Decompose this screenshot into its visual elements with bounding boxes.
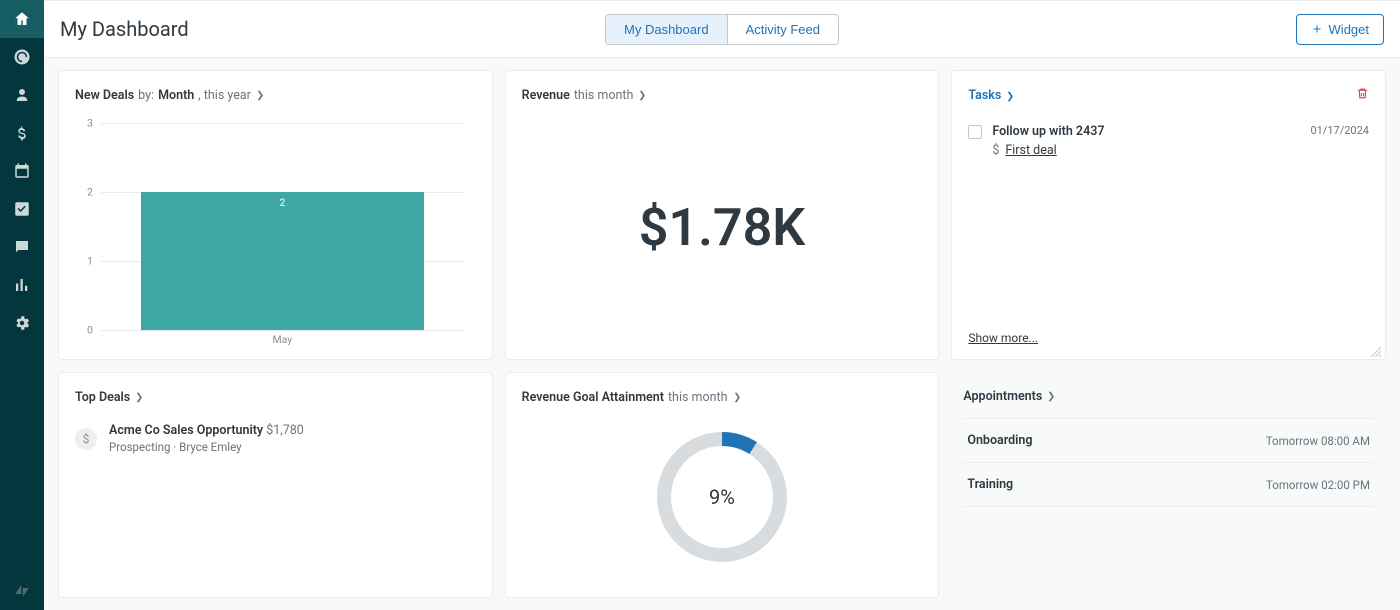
nav-contacts[interactable] xyxy=(0,76,44,114)
nav-deals[interactable] xyxy=(0,114,44,152)
topbar: My Dashboard My Dashboard Activity Feed … xyxy=(44,0,1400,58)
trash-icon xyxy=(1356,87,1369,100)
card-new-deals: New Deals by: Month, this year ❯ 01232Ma… xyxy=(58,70,493,360)
calendar-icon xyxy=(13,162,31,180)
goal-percent-label: 9% xyxy=(652,427,792,567)
deal-meta: Prospecting · Bryce Emley xyxy=(109,440,304,454)
new-deals-chart: 01232May xyxy=(75,123,476,351)
card-head-goal[interactable]: Revenue Goal Attainment this month ❯ xyxy=(522,389,923,405)
goal-title: Revenue Goal Attainment xyxy=(522,390,664,405)
top-deals-title: Top Deals xyxy=(75,390,130,405)
deal-amount: $1,780 xyxy=(266,423,304,438)
appointment-row[interactable]: Onboarding Tomorrow 08:00 AM xyxy=(963,418,1374,463)
plus-icon xyxy=(1311,23,1323,35)
nav-settings[interactable] xyxy=(0,304,44,342)
chevron-right-icon: ❯ xyxy=(1007,90,1015,102)
task-row[interactable]: Follow up with 2437 $ First deal 01/17/2024 xyxy=(968,124,1369,158)
chevron-right-icon: ❯ xyxy=(136,391,144,403)
dollar-icon: $ xyxy=(75,428,97,450)
card-head-revenue[interactable]: Revenue this month ❯ xyxy=(522,87,923,103)
card-revenue: Revenue this month ❯ $1.78K xyxy=(505,70,940,360)
task-title: Follow up with 2437 xyxy=(992,124,1310,139)
task-checkbox[interactable] xyxy=(968,125,982,139)
add-widget-label: Widget xyxy=(1329,22,1369,37)
appointments-list: Onboarding Tomorrow 08:00 AM Training Tomor… xyxy=(963,404,1374,507)
card-tasks: Tasks ❯ Follow up with 2437 $ First deal 01… xyxy=(951,70,1386,360)
new-deals-title: New Deals xyxy=(75,88,134,103)
bar-value-label: 2 xyxy=(279,196,285,209)
delete-widget-button[interactable] xyxy=(1356,87,1369,104)
dollar-icon xyxy=(13,124,31,142)
card-goal-attainment: Revenue Goal Attainment this month ❯ 9% xyxy=(505,372,940,598)
sidebar xyxy=(0,0,44,610)
nav-leads[interactable] xyxy=(0,38,44,76)
appointment-row[interactable]: Training Tomorrow 02:00 PM xyxy=(963,463,1374,507)
top-deals-list: $ Acme Co Sales Opportunity $1,780 Prospec… xyxy=(75,405,476,454)
dollar-icon: $ xyxy=(992,143,999,158)
deal-row[interactable]: $ Acme Co Sales Opportunity $1,780 Prospec… xyxy=(75,423,476,454)
card-head-tasks[interactable]: Tasks ❯ xyxy=(968,87,1369,104)
nav-home[interactable] xyxy=(0,0,44,38)
card-appointments: Appointments ❯ Onboarding Tomorrow 08:00 … xyxy=(951,372,1386,598)
card-head-appointments[interactable]: Appointments ❯ xyxy=(963,388,1374,404)
task-deal-link[interactable]: First deal xyxy=(1005,143,1056,158)
tab-my-dashboard[interactable]: My Dashboard xyxy=(606,15,727,44)
x-tick-label: May xyxy=(272,333,292,346)
bar[interactable]: 2 xyxy=(141,192,424,330)
nav-calendar[interactable] xyxy=(0,152,44,190)
tasks-list: Follow up with 2437 $ First deal 01/17/2024 xyxy=(968,124,1369,331)
chevron-right-icon: ❯ xyxy=(256,89,264,101)
tab-activity-feed[interactable]: Activity Feed xyxy=(727,15,838,44)
revenue-title: Revenue xyxy=(522,88,570,103)
appointment-name: Training xyxy=(967,477,1013,492)
view-segmented-control: My Dashboard Activity Feed xyxy=(605,14,839,45)
appointment-time: Tomorrow 02:00 PM xyxy=(1266,478,1370,492)
person-icon xyxy=(13,86,31,104)
tasks-show-more[interactable]: Show more... xyxy=(968,331,1369,351)
appointment-time: Tomorrow 08:00 AM xyxy=(1266,434,1370,448)
bar-chart-icon xyxy=(13,276,31,294)
nav-logo[interactable] xyxy=(0,572,44,610)
home-icon xyxy=(13,10,31,28)
nav-reports[interactable] xyxy=(0,266,44,304)
chat-icon xyxy=(13,238,31,256)
appointment-name: Onboarding xyxy=(967,433,1032,448)
task-date: 01/17/2024 xyxy=(1310,124,1369,137)
add-widget-button[interactable]: Widget xyxy=(1296,14,1384,45)
nav-tasks[interactable] xyxy=(0,190,44,228)
check-square-icon xyxy=(13,200,31,218)
gear-icon xyxy=(13,314,31,332)
dashboard-grid: New Deals by: Month, this year ❯ 01232Ma… xyxy=(44,58,1400,610)
appointments-title: Appointments xyxy=(963,389,1042,404)
goal-donut: 9% xyxy=(522,405,923,589)
chevron-right-icon: ❯ xyxy=(733,391,741,403)
revenue-value: $1.78K xyxy=(522,103,923,351)
target-icon xyxy=(13,48,31,66)
zendesk-icon xyxy=(13,582,31,600)
nav-comms[interactable] xyxy=(0,228,44,266)
resize-handle-icon[interactable] xyxy=(1371,347,1381,357)
card-head-top-deals[interactable]: Top Deals ❯ xyxy=(75,389,476,405)
deal-name: Acme Co Sales Opportunity xyxy=(109,423,266,438)
tasks-title: Tasks xyxy=(968,88,1001,103)
page-title: My Dashboard xyxy=(60,17,189,41)
chevron-right-icon: ❯ xyxy=(639,89,647,101)
card-head-new-deals[interactable]: New Deals by: Month, this year ❯ xyxy=(75,87,476,103)
main: My Dashboard My Dashboard Activity Feed … xyxy=(44,0,1400,610)
chevron-right-icon: ❯ xyxy=(1048,390,1056,402)
card-top-deals: Top Deals ❯ $ Acme Co Sales Opportunity $… xyxy=(58,372,493,598)
